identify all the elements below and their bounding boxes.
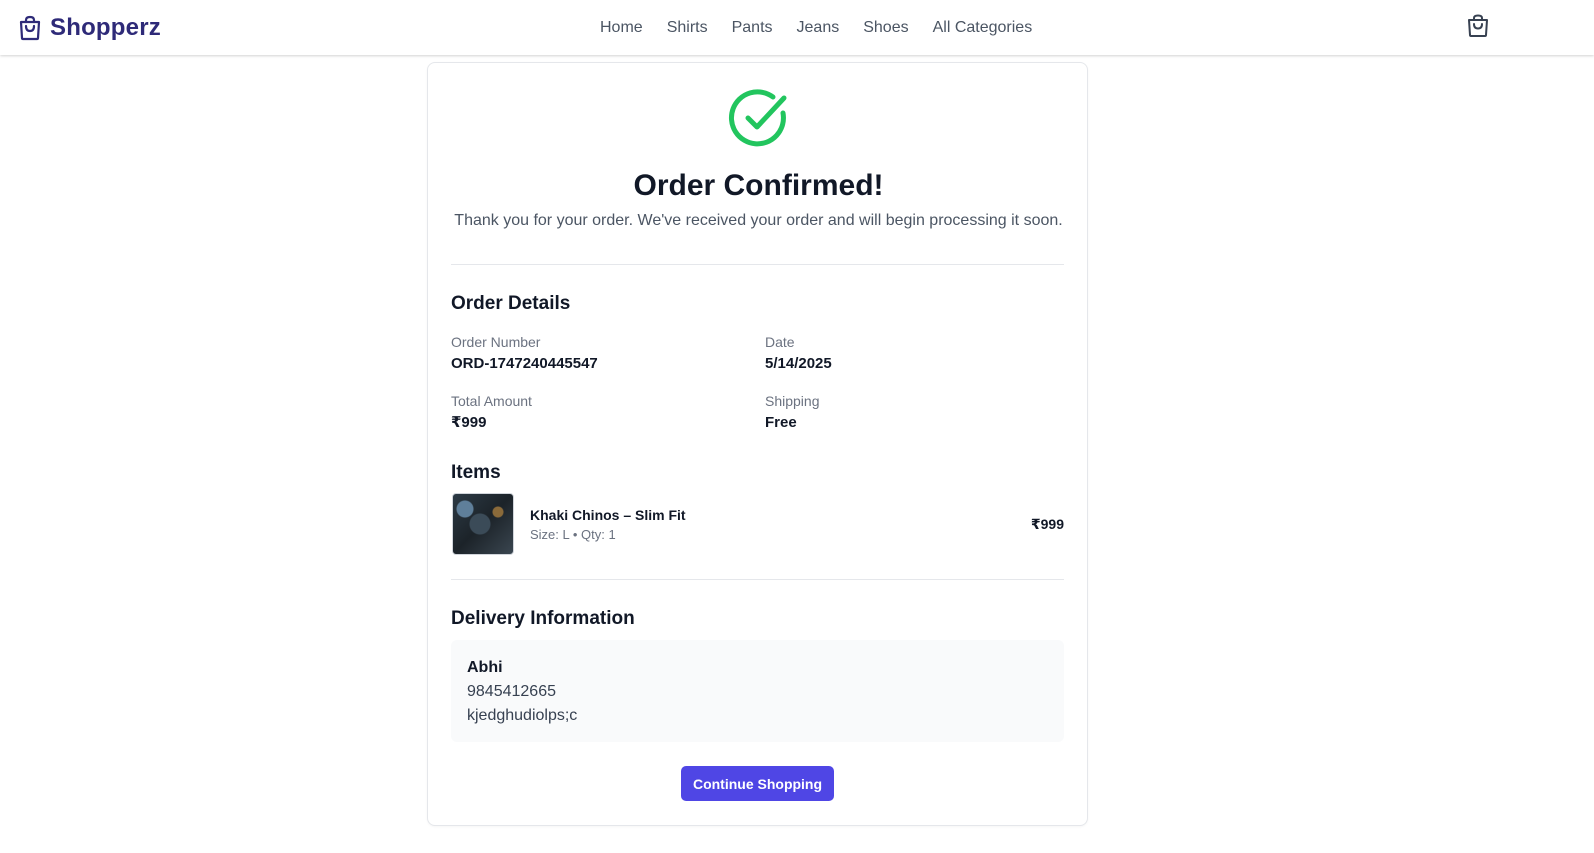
total-amount-value: ₹999 — [451, 414, 487, 431]
check-circle-icon — [728, 88, 790, 150]
shopping-bag-icon — [18, 15, 42, 41]
order-item-row: Khaki Chinos – Slim Fit Size: L • Qty: 1… — [451, 493, 1064, 557]
main-nav: Home Shirts Pants Jeans Shoes All Catego… — [600, 17, 1032, 39]
nav-home-link[interactable]: Home — [600, 17, 643, 39]
delivery-address: kjedghudiolps;c — [467, 707, 578, 724]
total-amount-label: Total Amount — [451, 393, 532, 409]
order-number-value: ORD-1747240445547 — [451, 355, 598, 372]
date-label: Date — [765, 334, 795, 350]
shipping-label: Shipping — [765, 393, 820, 409]
divider — [451, 264, 1064, 265]
brand-name: Shopperz — [50, 14, 161, 41]
item-name: Khaki Chinos – Slim Fit — [530, 507, 686, 523]
cart-button[interactable] — [1465, 14, 1491, 43]
divider — [451, 579, 1064, 580]
nav-jeans-link[interactable]: Jeans — [797, 17, 840, 39]
delivery-name: Abhi — [467, 659, 503, 676]
brand-logo-link[interactable]: Shopperz — [18, 13, 161, 43]
nav-shirts-link[interactable]: Shirts — [667, 17, 708, 39]
nav-all-categories-link[interactable]: All Categories — [933, 17, 1033, 39]
nav-shoes-link[interactable]: Shoes — [863, 17, 908, 39]
item-size-qty: Size: L • Qty: 1 — [530, 527, 616, 542]
confirmation-title: Order Confirmed! — [633, 169, 884, 202]
delivery-info-heading: Delivery Information — [451, 608, 635, 629]
item-price: ₹999 — [1030, 516, 1064, 532]
shopping-bag-icon — [1467, 14, 1489, 43]
date-value: 5/14/2025 — [765, 355, 832, 372]
order-number-label: Order Number — [451, 334, 541, 350]
items-heading: Items — [451, 462, 501, 483]
order-details-heading: Order Details — [451, 293, 571, 314]
nav-pants-link[interactable]: Pants — [732, 17, 773, 39]
shipping-value: Free — [765, 414, 797, 431]
continue-shopping-button[interactable]: Continue Shopping — [681, 766, 834, 801]
top-navbar: Shopperz Home Shirts Pants Jeans Shoes A… — [0, 0, 1594, 55]
product-thumbnail — [452, 493, 514, 555]
delivery-phone: 9845412665 — [467, 683, 556, 700]
delivery-info-box: Abhi 9845412665 kjedghudiolps;c — [451, 640, 1064, 742]
confirmation-message: Thank you for your order. We've received… — [454, 212, 1063, 229]
order-confirmation-card: Order Confirmed! Thank you for your orde… — [427, 62, 1088, 826]
